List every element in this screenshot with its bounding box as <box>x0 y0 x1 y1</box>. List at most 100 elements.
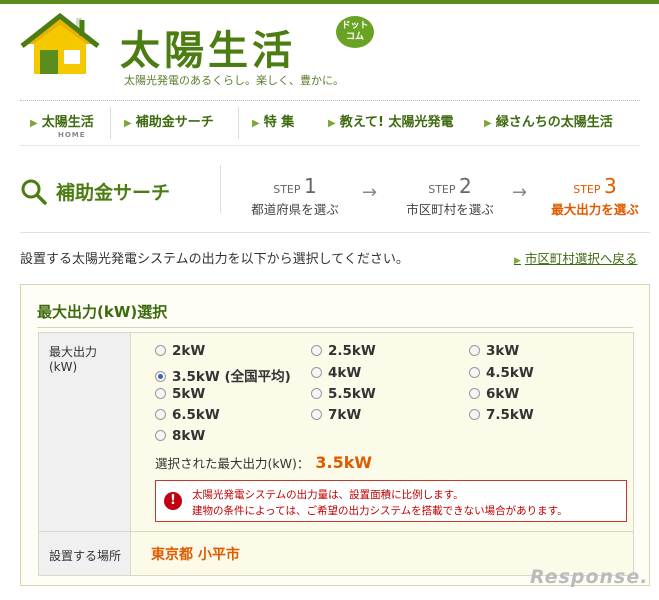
install-location-value: 東京都 小平市 <box>151 547 240 563</box>
instruction-text: 設置する太陽光発電システムの出力を以下から選択してください。 <box>20 252 409 267</box>
output-option[interactable]: 7kW <box>311 407 361 423</box>
output-option[interactable]: 2kW <box>155 343 205 359</box>
step-1: STEP 1 都道府県を選ぶ <box>244 174 346 218</box>
nav-item-home[interactable]: ▶ 太陽生活 HOME <box>30 111 94 139</box>
output-option[interactable]: 4.5kW <box>469 365 534 381</box>
selected-output-label: 選択された最大出力(kW)： <box>155 456 310 471</box>
output-option[interactable]: 7.5kW <box>469 407 534 423</box>
step-2: STEP 2 市区町村を選ぶ <box>394 174 506 218</box>
output-option[interactable]: 6.5kW <box>155 407 220 423</box>
site-tagline: 太陽光発電のあるくらし。楽しく、豊かに。 <box>124 74 344 87</box>
panel-title: 最大出力(kW)選択 <box>37 303 168 321</box>
option-label: 4kW <box>328 365 362 381</box>
warning-line: 建物の条件によっては、ご希望の出力システムを搭載できない場合があります。 <box>192 505 568 517</box>
site-logo[interactable]: 太陽生活 ドット コム 太陽光発電のあるくらし。楽しく、豊かに。 <box>20 12 440 92</box>
selection-table: 最大出力 (kW) 2kW 2.5kW 3kW 3.5kW (全国平均) 4kW 4.5k… <box>38 332 634 576</box>
heading-divider <box>220 165 221 213</box>
step-word: STEP <box>428 183 456 196</box>
step-word: STEP <box>273 183 301 196</box>
nav-arrow-icon: ▶ <box>328 118 336 129</box>
nav-item-faq[interactable]: ▶ 教えて! 太陽光発電 <box>328 111 454 130</box>
option-label: 5kW <box>172 386 206 402</box>
magnifier-icon <box>21 179 47 205</box>
nav-item-subsidy-search[interactable]: ▶ 補助金サーチ <box>124 111 214 130</box>
option-label: 7.5kW <box>486 407 534 423</box>
step-arrow-icon: → <box>512 182 528 203</box>
step-number: 1 <box>304 174 317 198</box>
radio-button[interactable] <box>311 345 322 356</box>
radio-button[interactable] <box>155 388 166 399</box>
output-option[interactable]: 6kW <box>469 386 519 402</box>
warning-icon: ! <box>164 492 182 510</box>
step-label: 最大出力を選ぶ <box>551 202 639 217</box>
output-option[interactable]: 3kW <box>469 343 519 359</box>
option-label: 5.5kW <box>328 386 376 402</box>
section-divider <box>20 232 650 233</box>
nav-divider <box>238 107 239 139</box>
radio-button[interactable] <box>155 409 166 420</box>
step-number: 3 <box>604 174 617 198</box>
option-label: 7kW <box>328 407 362 423</box>
nav-arrow-icon: ▶ <box>484 118 492 129</box>
output-option[interactable]: 3.5kW (全国平均) <box>155 365 291 385</box>
option-label: 3kW <box>486 343 520 359</box>
radio-button[interactable] <box>469 345 480 356</box>
site-title: 太陽生活 <box>120 27 296 74</box>
output-option[interactable]: 8kW <box>155 428 205 444</box>
option-label: 2.5kW <box>328 343 376 359</box>
warning-line: 太陽光発電システムの出力量は、設置面積に比例します。 <box>192 489 464 501</box>
warning-box: ! 太陽光発電システムの出力量は、設置面積に比例します。 建物の条件によっては、… <box>155 480 627 522</box>
radio-button[interactable] <box>469 388 480 399</box>
nav-item-label: 補助金サーチ <box>135 115 214 130</box>
step-arrow-icon: → <box>362 182 378 203</box>
output-option[interactable]: 2.5kW <box>311 343 376 359</box>
nav-item-features[interactable]: ▶ 特 集 <box>252 111 294 130</box>
link-arrow-icon: ▶ <box>514 256 521 266</box>
radio-button[interactable] <box>469 409 480 420</box>
radio-button[interactable] <box>311 409 322 420</box>
max-output-label: 最大出力 (kW) <box>39 333 131 532</box>
nav-item-sub: HOME <box>58 131 86 139</box>
option-label: 2kW <box>172 343 206 359</box>
max-output-options: 2kW 2.5kW 3kW 3.5kW (全国平均) 4kW 4.5kW 5kW 5.5kW 6… <box>131 333 633 532</box>
selected-output-value: 3.5kW <box>315 453 372 472</box>
back-link-label: 市区町村選択へ戻る <box>524 251 638 266</box>
nav-item-label: 教えて! 太陽光発電 <box>339 115 454 130</box>
radio-button[interactable] <box>155 371 166 382</box>
option-label: 3.5kW (全国平均) <box>172 369 291 385</box>
radio-button[interactable] <box>469 367 480 378</box>
selected-output-line: 選択された最大出力(kW)： 3.5kW <box>155 453 372 472</box>
nav-arrow-icon: ▶ <box>252 118 260 129</box>
panel-rule <box>37 327 633 328</box>
nav-item-label: 特 集 <box>263 115 295 130</box>
step-word: STEP <box>573 183 601 196</box>
nav-divider <box>110 107 111 139</box>
back-to-city-link[interactable]: ▶ 市区町村選択へ戻る <box>514 248 637 267</box>
step-label: 市区町村を選ぶ <box>406 202 494 217</box>
nav-item-label: 緑さんちの太陽生活 <box>495 115 613 130</box>
response-watermark: Response. <box>530 566 649 588</box>
radio-button[interactable] <box>311 388 322 399</box>
nav-arrow-icon: ▶ <box>30 118 38 129</box>
output-option[interactable]: 5kW <box>155 386 205 402</box>
radio-button[interactable] <box>311 367 322 378</box>
nav-item-midori[interactable]: ▶ 緑さんちの太陽生活 <box>484 111 613 130</box>
option-label: 4.5kW <box>486 365 534 381</box>
step-number: 2 <box>459 174 472 198</box>
output-option[interactable]: 4kW <box>311 365 361 381</box>
output-option[interactable]: 5.5kW <box>311 386 376 402</box>
house-logo-icon <box>20 12 100 74</box>
output-selection-panel: 最大出力(kW)選択 最大出力 (kW) 2kW 2.5kW 3kW 3.5kW (全… <box>20 284 650 586</box>
option-label: 8kW <box>172 428 206 444</box>
page-title: 補助金サーチ <box>56 182 171 204</box>
dotcom-badge: ドット コム <box>336 16 374 48</box>
option-label: 6.5kW <box>172 407 220 423</box>
option-label: 6kW <box>486 386 520 402</box>
step-3-current: STEP 3 最大出力を選ぶ <box>542 174 648 218</box>
radio-button[interactable] <box>155 430 166 441</box>
step-label: 都道府県を選ぶ <box>251 202 339 217</box>
global-nav: ▶ 太陽生活 HOME ▶ 補助金サーチ ▶ 特 集 ▶ 教えて! 太陽光発電 ▶ 緑さん… <box>20 100 640 146</box>
top-accent-line <box>0 0 659 4</box>
nav-arrow-icon: ▶ <box>124 118 132 129</box>
radio-button[interactable] <box>155 345 166 356</box>
